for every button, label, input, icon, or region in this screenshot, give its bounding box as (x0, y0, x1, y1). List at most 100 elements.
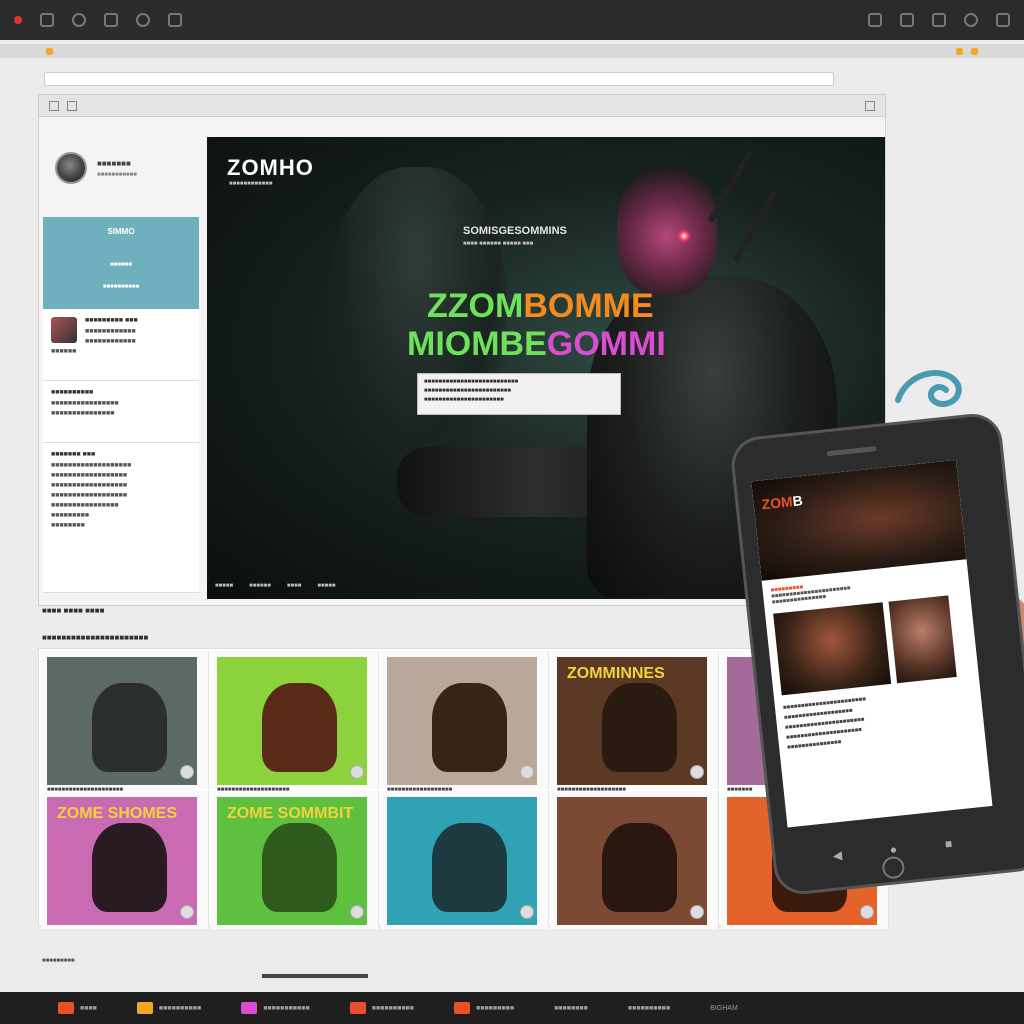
favorite-icon[interactable] (690, 905, 704, 919)
taskbar-label: ■■■■■■■■■■ (627, 1004, 671, 1012)
favorite-icon[interactable] (180, 765, 194, 779)
browser-tab-strip (0, 44, 1024, 58)
phone-image[interactable] (888, 595, 957, 684)
list-item[interactable]: ■■■■■■■■■■■■■■■■■■■ (51, 462, 191, 469)
taskbar-item[interactable]: ■■■■■■■■■■ (628, 1005, 670, 1012)
list-item[interactable]: ■■■■■■■■■■■■■■■■ (51, 502, 191, 509)
app-icon[interactable] (58, 1002, 74, 1014)
profile-sub: ■■■■■■■■■■■ (97, 171, 137, 178)
gallery-card-image[interactable]: ZOMMINNES (557, 657, 707, 785)
taskbar-item[interactable]: ■■■■■■■■■■ (136, 1002, 202, 1014)
app-icon[interactable] (136, 1002, 153, 1014)
spike (732, 190, 778, 264)
gallery-card-image[interactable] (557, 797, 707, 925)
gallery-card[interactable]: ZOME SHOMES (41, 791, 209, 929)
notes-line: ■■■■■■■■■■■■■■■ (51, 410, 115, 417)
close-icon[interactable] (14, 16, 22, 24)
phone-screen[interactable]: ZOMB ■■■■■■■■■ ■■■■■■■■■■■■■■■■■■■■■■ ■■… (751, 459, 993, 828)
recent-apps-icon[interactable]: ■ (944, 836, 953, 851)
account-icon[interactable] (964, 13, 978, 27)
tab-icon[interactable] (168, 13, 182, 27)
favorite-icon[interactable] (520, 765, 534, 779)
list-item[interactable]: ■■■■■■■■■■■■■■■■■■ (51, 492, 191, 499)
list-item[interactable]: ■■■■■■■■■■■■■■■■■■ (51, 482, 191, 489)
featured-link[interactable]: ■■■■■■■■■■ (43, 284, 199, 290)
toolbar-menu-icon[interactable] (865, 100, 875, 111)
download-icon[interactable] (932, 13, 946, 27)
gallery-card-image[interactable] (387, 797, 537, 925)
taskbar-item[interactable]: ■■■■ (58, 1002, 97, 1014)
tab-favicon[interactable] (46, 47, 53, 55)
app-icon[interactable] (454, 1002, 470, 1014)
home-icon[interactable]: ● (889, 842, 898, 857)
hero-nav-link[interactable]: ■■■■■ (215, 583, 233, 589)
forward-icon[interactable] (67, 100, 77, 111)
bookmark-icon[interactable] (900, 13, 914, 27)
sidebar-notes[interactable]: ■■■■■■■■■■ ■■■■■■■■■■■■■■■■ ■■■■■■■■■■■■… (43, 381, 199, 443)
gallery-card[interactable]: ■■■■■■■■■■■■■■■■■■■■■■■■■■■■■■■ (41, 651, 209, 801)
taskbar-label: ■■■■■■■■■■■ (263, 1004, 310, 1012)
folder-icon[interactable] (104, 13, 118, 27)
list-item[interactable]: ■■■■■■■■ (51, 522, 191, 529)
gallery-card[interactable]: ■■■■■■■■■■■■■■■■■■■■■■■■■■■■■■■■■■■ (211, 651, 379, 801)
gallery-footer[interactable]: ■■■■■■■■■ (42, 958, 75, 964)
taskbar-item[interactable]: ■■■■■■■■■ (454, 1002, 514, 1014)
phone-logo: ZOMB (761, 492, 804, 512)
list-title: ■■■■■■■ ■■■ (51, 451, 96, 458)
avatar[interactable] (55, 152, 87, 184)
hero-tagline-sub: ■■■■ ■■■■■■ ■■■■■ ■■■ (463, 241, 534, 247)
url-bar[interactable] (44, 72, 834, 86)
sidebar-post[interactable]: ■■■■■■■■■ ■■■ ■■■■■■■■■■■■ ■■■■■■■■■■■■ … (43, 309, 199, 381)
favorite-icon[interactable] (350, 765, 364, 779)
gallery-card[interactable] (381, 791, 549, 929)
hero-info-box: ■■■■■■■■■■■■■■■■■■■■■■■■■■ ■■■■■■■■■■■■■… (417, 373, 621, 415)
list-item[interactable]: ■■■■■■■■■ (51, 512, 191, 519)
hero-nav-link[interactable]: ■■■■■ (317, 583, 335, 589)
taskbar-label: ■■■■■■■■■■ (158, 1004, 202, 1012)
zombie-figure (602, 682, 677, 773)
notification-icon[interactable] (971, 47, 978, 55)
taskbar-item[interactable]: BIGHAM (710, 1005, 738, 1012)
share-icon[interactable] (868, 13, 882, 27)
back-icon[interactable] (49, 100, 59, 111)
taskbar-item[interactable]: ■■■■■■■■ (554, 1005, 588, 1012)
scrollbar-thumb[interactable] (262, 974, 368, 978)
app-icon[interactable] (349, 1002, 366, 1014)
favorite-icon[interactable] (520, 905, 534, 919)
menu-icon[interactable] (996, 13, 1010, 27)
gallery-card-image[interactable] (387, 657, 537, 785)
gallery-card-image[interactable]: ZOME SOMMBIT (217, 797, 367, 925)
hero-nav-link[interactable]: ■■■■ (287, 583, 302, 589)
list-item[interactable]: ■■■■■■■■■■■■■■■■■■ (51, 472, 191, 479)
zombie-eye (677, 229, 691, 243)
profile-name: ■■■■■■■ (97, 158, 131, 168)
window-icon[interactable] (40, 13, 54, 27)
profile-card[interactable]: ■■■■■■■ ■■■■■■■■■■■ (43, 123, 199, 213)
back-icon[interactable]: ◀ (832, 848, 843, 863)
gallery-card-image[interactable] (217, 657, 367, 785)
search-icon[interactable] (136, 13, 150, 27)
gallery-card-image[interactable] (47, 657, 197, 785)
taskbar-item[interactable]: ■■■■■■■■■■ (349, 1002, 414, 1014)
gallery-card[interactable] (551, 791, 719, 929)
phone-hero[interactable]: ZOMB (751, 459, 967, 581)
phone-image[interactable] (773, 602, 892, 696)
app-icon[interactable] (241, 1002, 258, 1014)
gallery-heading: ■■■■■■■■■■■■■■■■■■■■■■ (42, 633, 149, 642)
post-thumbnail (51, 317, 77, 343)
gallery-card[interactable]: ZOMMINNES■■■■■■■■■■■■■■■■■■■■■■■■■■ (551, 651, 719, 801)
hero-nav-link[interactable]: ■■■■■■ (249, 583, 271, 589)
gallery-card[interactable]: ZOME SOMMBIT (211, 791, 379, 929)
favorite-icon[interactable] (690, 765, 704, 779)
gallery-card-image[interactable]: ZOME SHOMES (47, 797, 197, 925)
taskbar-item[interactable]: ■■■■■■■■■■■ (241, 1002, 310, 1014)
gallery-card[interactable]: ■■■■■■■■■■■■■■■■■■■■■■■■■ (381, 651, 549, 801)
zombie-figure (92, 822, 167, 913)
settings-icon[interactable] (72, 13, 86, 27)
site-logo[interactable]: ZOMHO (227, 155, 314, 181)
featured-card[interactable]: SIMMO ■■■■■■ ■■■■■■■■■■ (43, 217, 199, 309)
favorite-icon[interactable] (860, 905, 874, 919)
favorite-icon[interactable] (350, 905, 364, 919)
favorite-icon[interactable] (180, 905, 194, 919)
extension-icon[interactable] (956, 47, 963, 55)
